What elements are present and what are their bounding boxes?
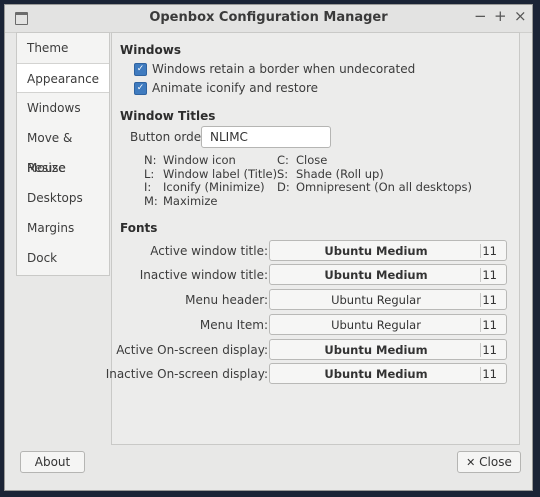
font-row-label: Inactive window title: [139,268,268,282]
font-row-menu-header: Menu header: Ubuntu Regular 11 [112,289,521,311]
active-osd-font-button[interactable]: Ubuntu Medium 11 [269,339,507,360]
font-name: Ubuntu Medium [324,268,428,282]
font-row-active-osd: Active On-screen display: Ubuntu Medium … [112,339,521,361]
button-legend-right: C: Close S: Shade (Roll up) D: Omnipresent … [277,153,473,195]
minimize-button[interactable]: − [474,7,487,25]
animate-iconify-label: Animate iconify and restore [152,81,319,95]
animate-iconify-option[interactable]: ✓ Animate iconify and restore [134,81,318,95]
sidebar-item-appearance[interactable]: Appearance [17,63,109,93]
legend-key: M: [144,193,158,208]
font-name: Ubuntu Medium [324,343,428,357]
font-separator [480,367,481,381]
fonts-section-title: Fonts [120,221,158,235]
sidebar-item-windows[interactable]: Windows [17,93,109,123]
sidebar-item-theme[interactable]: Theme [17,33,109,63]
font-separator [480,244,481,258]
legend-desc: Maximize [163,193,218,208]
legend-desc: Close [296,153,328,167]
font-row-inactive-title: Inactive window title: Ubuntu Medium 11 [112,264,521,286]
font-row-label: Menu header: [185,293,268,307]
font-separator [480,318,481,332]
legend-desc: Window label (Title) [163,166,278,181]
font-row-inactive-osd: Inactive On-screen display: Ubuntu Mediu… [106,363,521,385]
inactive-title-font-button[interactable]: Ubuntu Medium 11 [269,264,507,285]
about-button[interactable]: About [20,451,85,473]
font-size: 11 [482,343,497,357]
sidebar-item-move-resize[interactable]: Move & Resize [17,123,109,175]
button-legend-left: N: Window icon L: Window label (Title) I: I… [144,153,278,208]
font-size: 11 [482,367,497,381]
font-separator [480,268,481,282]
legend-desc: Window icon [163,153,236,167]
titlebar[interactable]: Openbox Configuration Manager − + × [5,5,532,33]
retain-border-label: Windows retain a border when undecorated [152,62,416,76]
legend-key: I: [144,180,152,194]
animate-iconify-checkbox[interactable]: ✓ [134,81,147,95]
button-order-input[interactable]: NLIMC [201,126,331,148]
legend-key: D: [277,180,290,194]
appearance-panel: Windows ✓ Windows retain a border when u… [106,32,521,445]
font-row-label: Inactive On-screen display: [105,367,268,381]
inactive-osd-font-button[interactable]: Ubuntu Medium 11 [269,363,507,384]
windows-section-title: Windows [120,43,181,57]
retain-border-checkbox[interactable]: ✓ [134,62,147,76]
legend-desc: Iconify (Minimize) [163,180,265,194]
font-name: Ubuntu Medium [324,244,428,258]
sidebar-item-mouse[interactable]: Mouse [17,153,109,183]
retain-border-option[interactable]: ✓ Windows retain a border when undecorat… [134,62,415,76]
sidebar: Theme Appearance Windows Move & Resize M… [16,32,110,276]
menu-header-font-button[interactable]: Ubuntu Regular 11 [269,289,507,310]
legend-key: N: [144,153,157,167]
font-separator [480,293,481,307]
button-order-label: Button order: [130,130,210,144]
close-icon: ✕ [466,456,476,469]
legend-desc: Omnipresent (On all desktops) [296,180,473,194]
legend-desc: Shade (Roll up) [296,166,384,181]
font-name: Ubuntu Regular [331,318,421,332]
legend-key: C: [277,153,289,167]
font-size: 11 [482,268,497,282]
active-title-font-button[interactable]: Ubuntu Medium 11 [269,240,507,261]
sidebar-item-margins[interactable]: Margins [17,213,109,243]
font-row-label: Active On-screen display: [116,343,268,357]
window-titles-section-title: Window Titles [120,109,216,123]
legend-key: S: [277,166,289,181]
font-size: 11 [482,244,497,258]
font-size: 11 [482,293,497,307]
sidebar-item-desktops[interactable]: Desktops [17,183,109,213]
font-name: Ubuntu Medium [324,367,428,381]
close-window-button[interactable]: × [514,7,527,25]
font-row-label: Menu Item: [199,318,268,332]
close-button-label: Close [479,455,512,469]
font-name: Ubuntu Regular [331,293,421,307]
font-row-active-title: Active window title: Ubuntu Medium 11 [112,240,521,262]
font-size: 11 [482,318,497,332]
font-row-menu-item: Menu Item: Ubuntu Regular 11 [112,314,521,336]
sidebar-item-dock[interactable]: Dock [17,243,109,273]
font-separator [480,343,481,357]
window-title: Openbox Configuration Manager [149,10,388,25]
font-row-label: Active window title: [150,244,268,258]
maximize-button[interactable]: + [494,7,507,25]
menu-item-font-button[interactable]: Ubuntu Regular 11 [269,314,507,335]
close-button[interactable]: ✕ Close [457,451,521,473]
legend-key: L: [144,166,155,181]
